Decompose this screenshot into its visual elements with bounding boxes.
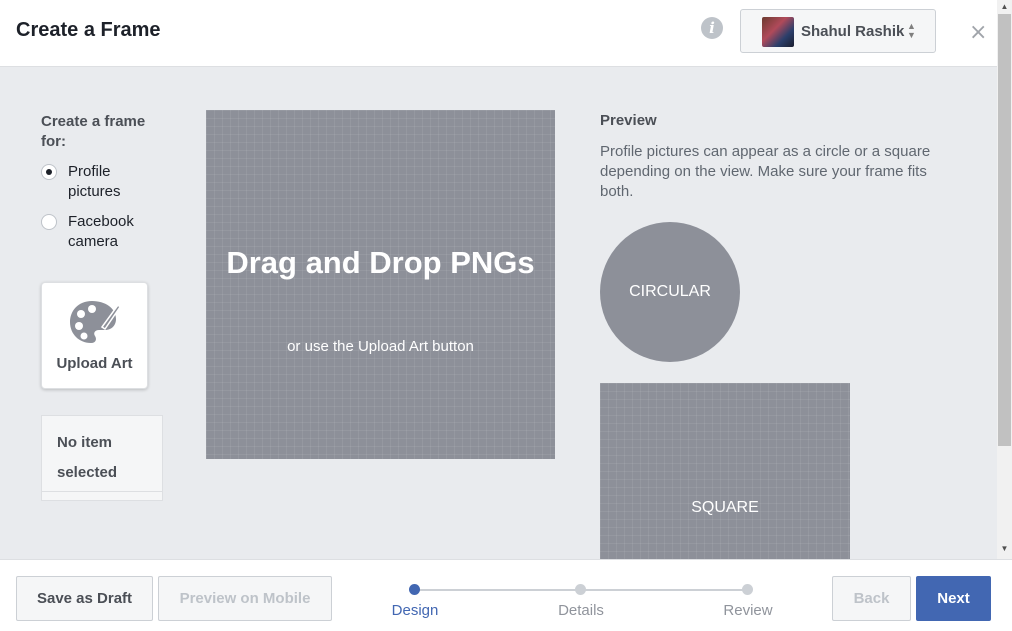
scroll-down-arrow-icon[interactable]: ▼ xyxy=(997,542,1012,556)
back-button[interactable]: Back xyxy=(832,576,911,621)
scroll-up-arrow-icon[interactable]: ▲ xyxy=(997,0,1012,14)
step-dot-review[interactable] xyxy=(742,584,753,595)
scroll-thumb[interactable] xyxy=(998,14,1011,446)
radio-button[interactable] xyxy=(41,214,57,230)
no-item-text: No item selected xyxy=(57,434,118,481)
save-draft-button[interactable]: Save as Draft xyxy=(16,576,153,621)
close-icon[interactable]: × xyxy=(969,20,987,45)
square-preview-label: SQUARE xyxy=(691,499,759,516)
divider xyxy=(42,491,162,492)
account-switcher[interactable]: Shahul Rashik ▲ ▼ xyxy=(740,9,936,53)
step-dot-details[interactable] xyxy=(575,584,586,595)
drop-zone-title: Drag and Drop PNGs xyxy=(226,245,535,280)
circular-preview-label: CIRCULAR xyxy=(629,283,711,300)
step-dot-design[interactable] xyxy=(409,584,420,595)
radio-option-profile-pictures[interactable]: Profile pictures xyxy=(41,162,148,202)
dialog-header: Create a Frame i Shahul Rashik ▲ ▼ xyxy=(0,0,997,67)
step-label-review[interactable]: Review xyxy=(708,602,788,619)
radio-button[interactable] xyxy=(41,164,57,180)
radio-option-facebook-camera[interactable]: Facebook camera xyxy=(41,212,148,252)
palette-icon xyxy=(70,301,120,343)
dialog-title: Create a Frame xyxy=(16,19,161,41)
step-label-design[interactable]: Design xyxy=(375,602,455,619)
radio-label: Facebook camera xyxy=(68,213,134,250)
drop-zone-subtitle: or use the Upload Art button xyxy=(287,338,474,355)
upload-art-button[interactable]: Upload Art xyxy=(41,282,148,389)
vertical-scrollbar[interactable]: ▲ ▼ xyxy=(997,0,1012,559)
next-button[interactable]: Next xyxy=(916,576,991,621)
dialog-footer: Save as Draft Preview on Mobile Design D… xyxy=(0,559,1012,631)
step-label-details[interactable]: Details xyxy=(541,602,621,619)
sort-arrows-icon: ▲ ▼ xyxy=(907,21,916,40)
frame-for-label: Create a frame for: xyxy=(41,113,146,150)
editor-area: Create a frame for: Profile pictures Fac… xyxy=(0,67,997,559)
circular-preview: CIRCULAR xyxy=(600,222,740,362)
upload-art-label: Upload Art xyxy=(56,355,133,372)
preview-on-mobile-button[interactable]: Preview on Mobile xyxy=(158,576,332,621)
drop-zone[interactable]: Drag and Drop PNGs or use the Upload Art… xyxy=(206,110,555,459)
radio-label: Profile pictures xyxy=(68,163,121,200)
preview-title: Preview xyxy=(600,112,657,129)
avatar xyxy=(762,17,794,47)
info-icon[interactable]: i xyxy=(701,17,723,39)
layers-panel: No item selected xyxy=(41,415,163,501)
account-name: Shahul Rashik xyxy=(801,23,905,40)
preview-description: Profile pictures can appear as a circle … xyxy=(600,143,931,200)
square-preview: SQUARE xyxy=(600,383,850,559)
